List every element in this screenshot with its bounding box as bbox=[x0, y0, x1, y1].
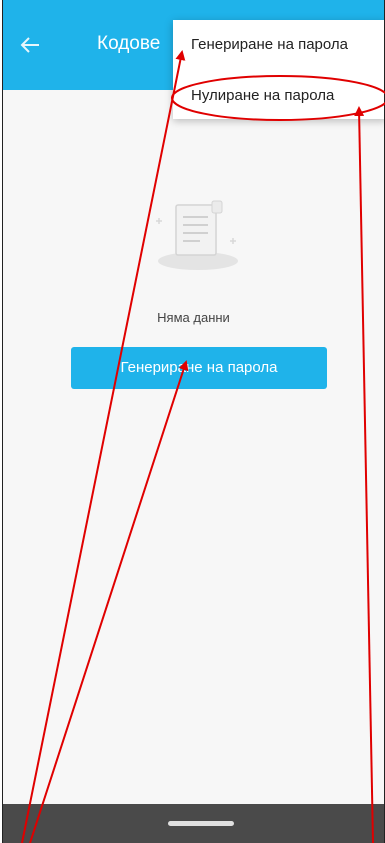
menu-item-generate-password[interactable]: Генериране на парола bbox=[191, 36, 348, 53]
overflow-menu: Генериране на парола Нулиране на парола bbox=[173, 20, 384, 119]
menu-item-reset-password[interactable]: Нулиране на парола bbox=[191, 87, 334, 104]
back-button[interactable] bbox=[15, 30, 45, 60]
arrow-left-icon bbox=[20, 37, 39, 53]
app-screen: Кодове Генериране на парола Нулиране на … bbox=[2, 0, 385, 843]
system-nav-bar bbox=[3, 804, 384, 843]
page-title: Кодове bbox=[97, 33, 161, 54]
generate-password-button[interactable]: Генериране на парола bbox=[71, 347, 327, 389]
empty-document-icon bbox=[156, 200, 238, 270]
empty-state-text: Няма данни bbox=[157, 310, 230, 325]
gesture-handle[interactable] bbox=[168, 821, 234, 826]
